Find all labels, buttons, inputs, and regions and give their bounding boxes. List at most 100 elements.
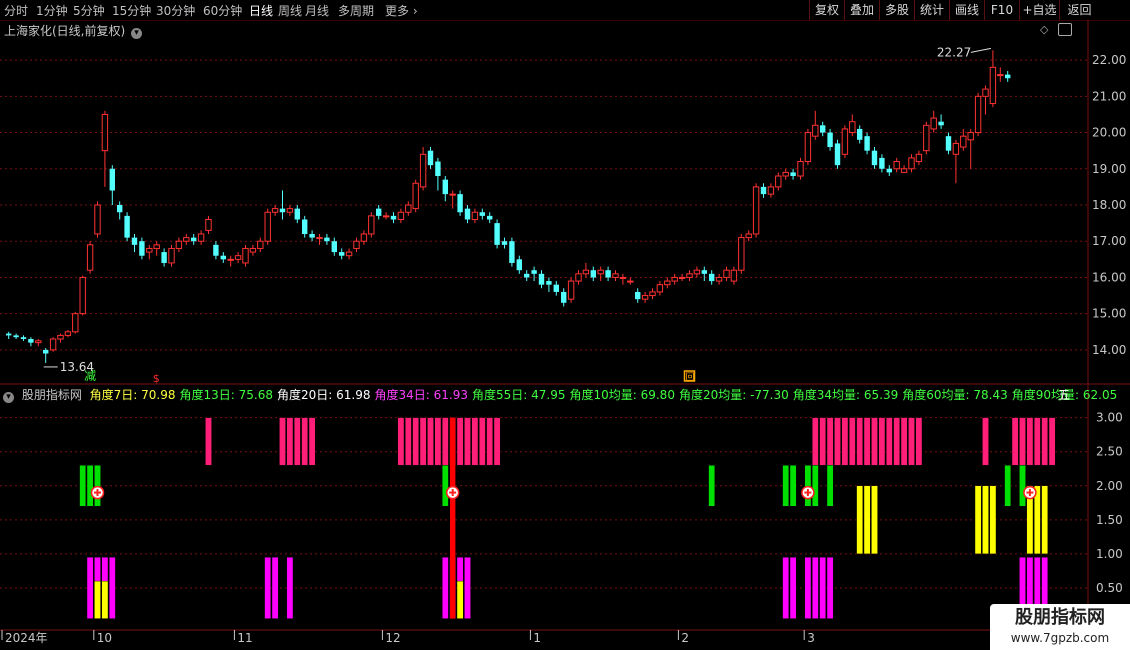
candle-body <box>353 240 360 249</box>
chevron-down-icon[interactable]: ▾ <box>3 392 14 403</box>
candle-body <box>864 136 870 151</box>
candle-body <box>442 179 448 195</box>
diamond-icon[interactable]: ◇ <box>1040 23 1048 36</box>
price-tick-label: 21.00 <box>1092 89 1126 103</box>
indicator-tick-label: 2.00 <box>1096 479 1123 493</box>
candle-body <box>664 280 671 286</box>
candle-body <box>494 223 500 245</box>
yellow-bar <box>974 485 982 555</box>
jian-marker: 减 <box>84 369 96 383</box>
candle-body <box>28 339 34 343</box>
pink-bar <box>871 417 878 466</box>
candle-body <box>857 128 863 140</box>
indicator-value-4: 角度55日: 47.95 <box>471 388 566 402</box>
indicator-value-0: 角度7日: 70.98 <box>89 388 176 402</box>
pink-bar <box>826 417 834 466</box>
candle-body <box>117 205 123 213</box>
indicator-truncated-text: 五 <box>1058 388 1071 402</box>
pink-bar <box>982 417 989 466</box>
candle-body <box>57 334 64 340</box>
candle-body <box>20 337 27 340</box>
price-tick-label: 17.00 <box>1092 234 1126 248</box>
indicator-value-7: 角度34均量: 65.39 <box>792 388 899 402</box>
candle-body <box>546 281 552 285</box>
candle-body <box>686 273 693 278</box>
pink-bar <box>863 417 871 466</box>
candle-body <box>234 255 242 260</box>
candle-body <box>509 241 515 263</box>
yellow-bar <box>856 485 863 555</box>
candle-body <box>309 233 315 238</box>
pink-bar <box>308 417 316 466</box>
green-bar <box>1019 465 1026 507</box>
candle-body <box>820 125 826 133</box>
date-tick-label: 1 <box>533 631 541 645</box>
kline-chart[interactable]: 22.0021.0020.0019.0018.0017.0016.0015.00… <box>0 0 1130 650</box>
candle-body <box>487 215 493 220</box>
candle-body <box>782 171 789 177</box>
yellow-bar <box>863 485 871 555</box>
candle-body <box>952 142 960 155</box>
pink-bar <box>286 417 294 466</box>
indicator-tick-label: 2.50 <box>1096 445 1123 459</box>
candle-body <box>161 252 167 263</box>
yellow-low-bar <box>94 580 101 619</box>
candle-body <box>767 186 775 195</box>
candle-body <box>745 233 752 239</box>
indicator-tick-label: 3.00 <box>1096 411 1123 425</box>
stock-title: 上海家化(日线,前复权) <box>4 24 126 38</box>
candle-body <box>649 291 656 297</box>
pink-bar <box>856 417 863 466</box>
candle-body <box>516 259 522 271</box>
candle-body <box>989 66 997 105</box>
candle-body <box>524 273 530 278</box>
watermark: 股朋指标网 www.7gpzb.com <box>990 604 1130 650</box>
magenta-bar <box>286 557 294 619</box>
candle-body <box>886 168 892 173</box>
candle-body <box>405 204 412 213</box>
chevron-down-icon[interactable]: ▾ <box>131 28 143 39</box>
candle-body <box>131 237 138 245</box>
candle-body <box>804 132 812 163</box>
candle-body <box>678 276 686 279</box>
candle-body <box>331 241 337 253</box>
candle-body <box>635 291 641 300</box>
indicator-name[interactable]: 股朋指标网 <box>22 388 82 402</box>
candle-body <box>286 208 294 213</box>
candle-body <box>6 333 12 336</box>
candle-body <box>339 252 345 256</box>
stock-title-wrap: 上海家化(日线,前复权) ▾ <box>4 22 143 39</box>
candle-body <box>908 157 915 170</box>
candle-body <box>43 349 49 354</box>
candle-body <box>590 270 596 278</box>
window-toggle-icon[interactable] <box>1058 23 1072 36</box>
pink-bar <box>841 417 849 466</box>
candle-body <box>582 269 590 275</box>
candle-body <box>738 237 745 271</box>
magenta-bar <box>782 557 789 619</box>
pink-bar <box>464 417 471 466</box>
high-price-label: 22.27 <box>937 45 971 59</box>
candle-body <box>997 74 1004 77</box>
candle-body <box>641 295 649 300</box>
pink-bar <box>419 417 427 466</box>
candle-body <box>693 269 701 275</box>
pink-bar <box>294 417 301 466</box>
pink-bar <box>908 417 915 466</box>
candle-body <box>974 95 982 134</box>
date-tick-label: 3 <box>807 631 815 645</box>
candle-body <box>302 219 308 234</box>
high-arrow <box>970 47 991 53</box>
candle-body <box>538 273 545 285</box>
candle-body <box>656 284 664 293</box>
pink-bar <box>834 417 841 466</box>
candle-body <box>597 269 604 275</box>
candle-body <box>871 150 878 166</box>
magenta-bar <box>819 557 826 619</box>
yellow-bar <box>1041 485 1048 555</box>
magenta-bar <box>271 557 279 619</box>
yellow-low-bar <box>456 580 464 619</box>
indicator-value-5: 角度10均量: 69.80 <box>569 388 675 402</box>
candle-body <box>730 269 738 282</box>
pink-bar <box>1011 417 1019 466</box>
